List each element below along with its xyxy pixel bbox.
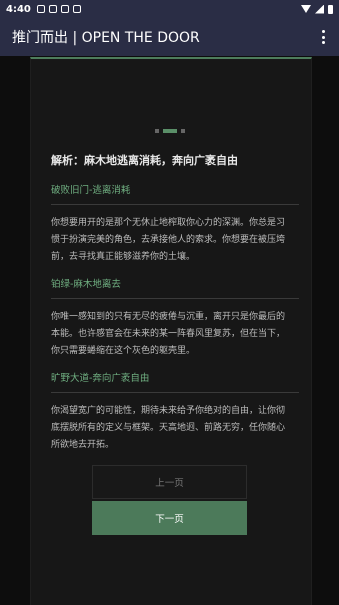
body-line: 你只需要蜷缩在这个灰色的躯壳里。 (51, 346, 196, 356)
section-title: 旷野大道-奔向广袤自由 (51, 373, 150, 384)
page-indicator (155, 129, 185, 133)
status-time: 4:40 (6, 3, 31, 15)
notification-icons (36, 5, 81, 13)
body-line: 你渴望宽广的可能性，期待未来给予你绝对的自由，让你彻 (51, 406, 286, 416)
signal-icon (315, 4, 324, 14)
section-title: 铂绿-麻木地离去 (51, 279, 121, 290)
section-body: 你想要用开的是那个无休止地榨取你心力的深渊。你总是习 惯于扮演完美的角色，去承接… (51, 215, 299, 266)
body-line: 底摆脱所有的定义与框架。天高地迥、前路无穷，任你随心 (51, 423, 286, 433)
app-bar: 推门而出 | OPEN THE DOOR (0, 18, 339, 56)
next-page-button[interactable]: 下一页 (92, 501, 247, 535)
system-icons (301, 4, 333, 14)
section-body: 你唯一感知到的只有无尽的疲倦与沉重，离开只是你最后的 本能。也许感官会在未来的某… (51, 309, 299, 360)
battery-icon (328, 4, 333, 14)
analysis-heading: 解析：麻木地逃离消耗，奔向广袤自由 (51, 154, 238, 167)
app-title: 推门而出 | OPEN THE DOOR (12, 30, 200, 46)
body-line: 所欲地去开拓。 (51, 440, 115, 450)
notification-icon (36, 5, 45, 13)
body-line: 前，去寻找真正能够滋养你的土壤。 (51, 252, 196, 262)
notification-icon (60, 5, 69, 13)
body-line: 你想要用开的是那个无休止地榨取你心力的深渊。你总是习 (51, 218, 286, 228)
section-title: 破败旧门-逃离消耗 (51, 185, 131, 196)
notification-icon (48, 5, 57, 13)
status-bar: 4:40 (0, 0, 339, 18)
body-line: 惯于扮演完美的角色，去承接他人的索求。你想要在被压垮 (51, 235, 286, 245)
prev-page-button[interactable]: 上一页 (92, 465, 247, 499)
page-dot (181, 129, 185, 133)
section-wild-road: 旷野大道-奔向广袤自由 你渴望宽广的可能性，期待未来给予你绝对的自由，让你彻 底… (51, 370, 299, 454)
divider (51, 204, 299, 205)
result-card: 解析：麻木地逃离消耗，奔向广袤自由 破败旧门-逃离消耗 你想要用开的是那个无休止… (30, 57, 312, 605)
page-dot (155, 129, 159, 133)
section-numb-leave: 铂绿-麻木地离去 你唯一感知到的只有无尽的疲倦与沉重，离开只是你最后的 本能。也… (51, 276, 299, 360)
notification-icon (72, 5, 81, 13)
body-line: 本能。也许感官会在未来的某一阵春风里复苏，但在当下， (51, 329, 286, 339)
wifi-icon (301, 5, 311, 13)
divider (51, 298, 299, 299)
section-body: 你渴望宽广的可能性，期待未来给予你绝对的自由，让你彻 底摆脱所有的定义与框架。天… (51, 403, 299, 454)
divider (51, 392, 299, 393)
section-broken-door: 破败旧门-逃离消耗 你想要用开的是那个无休止地榨取你心力的深渊。你总是习 惯于扮… (51, 182, 299, 266)
body-line: 你唯一感知到的只有无尽的疲倦与沉重，离开只是你最后的 (51, 312, 286, 322)
more-vert-icon[interactable] (317, 29, 329, 45)
page-dot-active (163, 129, 177, 133)
